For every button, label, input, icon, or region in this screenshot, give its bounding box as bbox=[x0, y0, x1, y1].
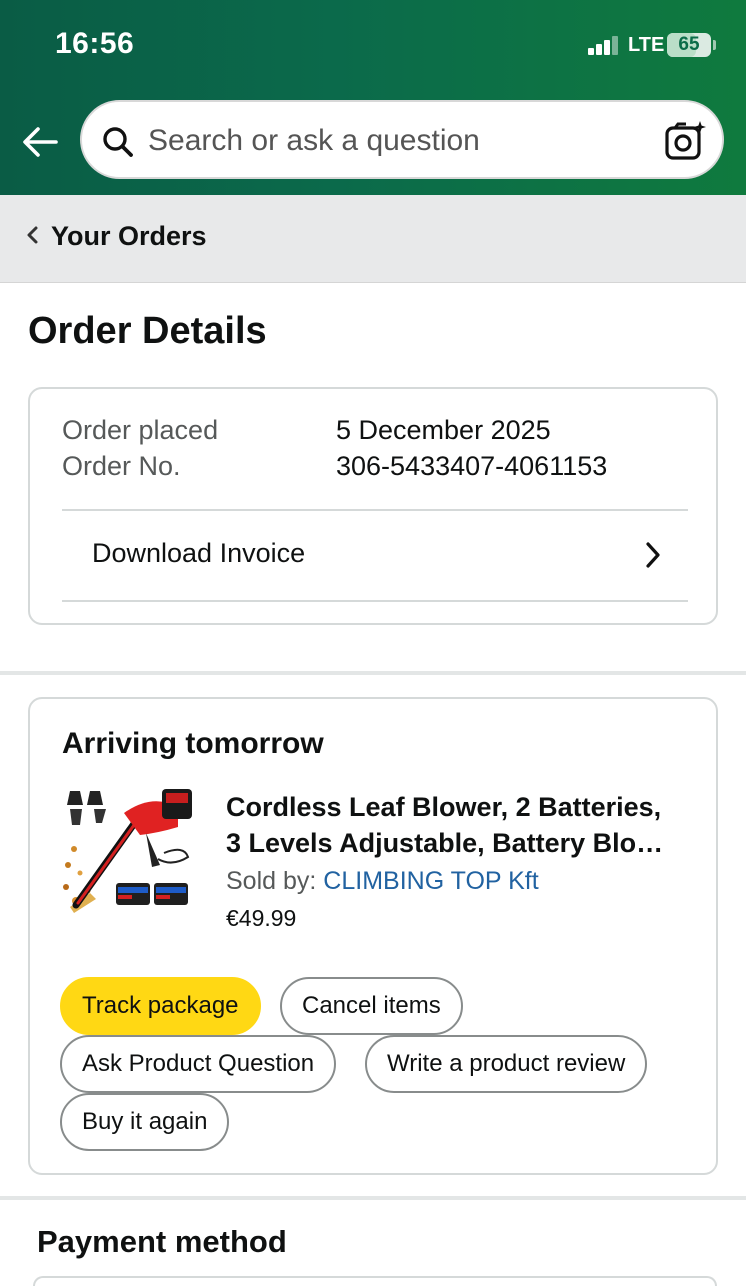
product-title[interactable]: Cordless Leaf Blower, 2 Batteries, 3 Lev… bbox=[226, 789, 696, 861]
product-price: €49.99 bbox=[226, 905, 297, 931]
battery-level: 65 bbox=[678, 34, 700, 55]
section-separator bbox=[0, 671, 746, 675]
search-input[interactable] bbox=[148, 120, 648, 162]
search-icon bbox=[103, 127, 133, 157]
seller-link[interactable]: CLIMBING TOP Kft bbox=[323, 867, 538, 895]
breadcrumb[interactable]: Your Orders bbox=[0, 195, 746, 283]
ask-product-question-button[interactable]: Ask Product Question bbox=[60, 1035, 337, 1093]
section-separator bbox=[0, 1196, 746, 1200]
payment-method-card bbox=[33, 1276, 717, 1286]
order-number-row: Order No. 306-5433407-4061153 bbox=[62, 451, 607, 482]
product-title-line: 3 Levels Adjustable, Battery Blo… bbox=[226, 828, 664, 858]
order-placed-value: 5 December 2025 bbox=[336, 415, 551, 445]
camera-search-icon[interactable] bbox=[664, 120, 708, 162]
status-time: 16:56 bbox=[55, 27, 135, 60]
write-review-button[interactable]: Write a product review bbox=[365, 1035, 648, 1093]
order-placed-label: Order placed bbox=[62, 415, 219, 445]
network-label: LTE bbox=[628, 34, 665, 56]
signal-icon bbox=[588, 35, 622, 55]
shipment-card: Arriving tomorrow Cordless Leaf Blower, … bbox=[28, 697, 718, 1175]
divider bbox=[62, 600, 688, 602]
chevron-right-icon bbox=[646, 542, 660, 568]
cancel-items-button[interactable]: Cancel items bbox=[280, 977, 463, 1035]
track-package-button[interactable]: Track package bbox=[60, 977, 261, 1035]
sold-by-label: Sold by: bbox=[226, 867, 317, 895]
back-arrow-icon[interactable] bbox=[20, 122, 60, 162]
battery-icon: 65 bbox=[667, 33, 711, 57]
battery-tip bbox=[713, 40, 716, 50]
delivery-status: Arriving tomorrow bbox=[62, 727, 324, 760]
app-header: 16:56 LTE 65 bbox=[0, 0, 746, 195]
download-invoice-label: Download Invoice bbox=[92, 538, 306, 568]
order-summary-card: Order placed 5 December 2025 Order No. 3… bbox=[28, 387, 718, 625]
page-title: Order Details bbox=[28, 310, 267, 352]
order-placed-row: Order placed 5 December 2025 bbox=[62, 415, 551, 446]
status-bar: 16:56 LTE 65 bbox=[0, 0, 746, 90]
download-invoice-row[interactable]: Download Invoice bbox=[62, 511, 688, 603]
search-bar[interactable] bbox=[80, 100, 724, 179]
buy-again-button[interactable]: Buy it again bbox=[60, 1093, 230, 1151]
chevron-left-icon bbox=[27, 226, 38, 244]
payment-method-title: Payment method bbox=[37, 1224, 287, 1259]
order-number-label: Order No. bbox=[62, 451, 181, 481]
sold-by: Sold by: CLIMBING TOP Kft bbox=[226, 867, 539, 896]
breadcrumb-label[interactable]: Your Orders bbox=[51, 221, 207, 252]
product-image[interactable] bbox=[60, 787, 196, 923]
order-number-value: 306-5433407-4061153 bbox=[336, 451, 608, 481]
product-title-line: Cordless Leaf Blower, 2 Batteries, bbox=[226, 792, 662, 822]
